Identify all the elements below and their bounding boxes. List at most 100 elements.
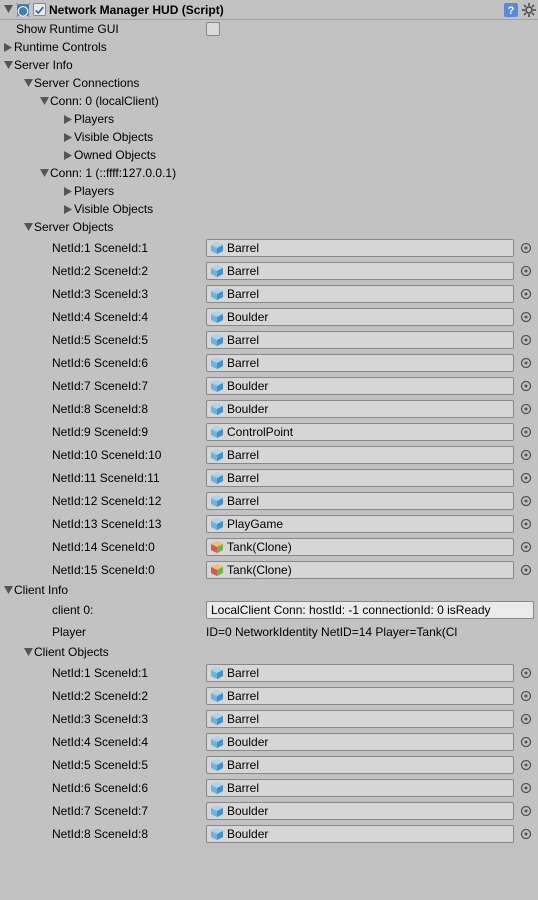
server-object-object-field[interactable]: Boulder bbox=[206, 308, 514, 326]
conn0-foldout[interactable] bbox=[38, 95, 50, 107]
server-object-object-field[interactable]: Barrel bbox=[206, 354, 514, 372]
cube-icon bbox=[211, 564, 223, 576]
client-object-object-field[interactable]: Boulder bbox=[206, 802, 514, 820]
object-picker-icon[interactable] bbox=[518, 447, 534, 463]
conn1-visible-foldout[interactable] bbox=[62, 203, 74, 215]
component-enabled-checkbox[interactable] bbox=[33, 3, 46, 16]
cube-icon bbox=[211, 403, 223, 415]
server-object-object-field[interactable]: Barrel bbox=[206, 331, 514, 349]
object-picker-icon[interactable] bbox=[518, 665, 534, 681]
client-object-row: NetId:5 SceneId:5 Barrel bbox=[0, 753, 538, 776]
client-object-object-name: Barrel bbox=[227, 666, 509, 680]
cube-icon bbox=[211, 288, 223, 300]
server-object-label: NetId:15 SceneId:0 bbox=[52, 563, 155, 577]
object-picker-icon[interactable] bbox=[518, 711, 534, 727]
client-object-object-field[interactable]: Barrel bbox=[206, 756, 514, 774]
client-object-object-field[interactable]: Boulder bbox=[206, 825, 514, 843]
server-object-object-field[interactable]: Boulder bbox=[206, 400, 514, 418]
server-object-object-field[interactable]: Barrel bbox=[206, 492, 514, 510]
cube-icon bbox=[211, 736, 223, 748]
client-object-label: NetId:3 SceneId:3 bbox=[52, 712, 148, 726]
component-foldout[interactable] bbox=[2, 4, 14, 16]
player-label: Player bbox=[0, 625, 206, 639]
server-object-label: NetId:9 SceneId:9 bbox=[52, 425, 148, 439]
server-object-object-field[interactable]: Barrel bbox=[206, 446, 514, 464]
client-object-object-field[interactable]: Barrel bbox=[206, 779, 514, 797]
object-picker-icon[interactable] bbox=[518, 240, 534, 256]
server-object-object-field[interactable]: Tank(Clone) bbox=[206, 561, 514, 579]
server-object-object-field[interactable]: PlayGame bbox=[206, 515, 514, 533]
client-object-object-field[interactable]: Barrel bbox=[206, 687, 514, 705]
object-picker-icon[interactable] bbox=[518, 688, 534, 704]
show-runtime-gui-checkbox[interactable] bbox=[206, 22, 220, 36]
object-picker-icon[interactable] bbox=[518, 757, 534, 773]
server-object-label: NetId:13 SceneId:13 bbox=[52, 517, 161, 531]
server-object-object-field[interactable]: Barrel bbox=[206, 285, 514, 303]
help-icon[interactable] bbox=[504, 3, 518, 17]
server-object-row: NetId:15 SceneId:0 Tank(Clone) bbox=[0, 558, 538, 581]
server-object-object-field[interactable]: Tank(Clone) bbox=[206, 538, 514, 556]
client-info-foldout[interactable] bbox=[2, 584, 14, 596]
cube-icon bbox=[211, 690, 223, 702]
component-title: Network Manager HUD (Script) bbox=[49, 3, 500, 17]
player-value: ID=0 NetworkIdentity NetID=14 Player=Tan… bbox=[206, 625, 534, 639]
object-picker-icon[interactable] bbox=[518, 734, 534, 750]
server-object-object-field[interactable]: Boulder bbox=[206, 377, 514, 395]
object-picker-icon[interactable] bbox=[518, 562, 534, 578]
object-picker-icon[interactable] bbox=[518, 539, 534, 555]
server-object-row: NetId:2 SceneId:2 Barrel bbox=[0, 259, 538, 282]
object-picker-icon[interactable] bbox=[518, 780, 534, 796]
server-object-object-field[interactable]: ControlPoint bbox=[206, 423, 514, 441]
conn0-owned-foldout[interactable] bbox=[62, 149, 74, 161]
object-picker-icon[interactable] bbox=[518, 470, 534, 486]
object-picker-icon[interactable] bbox=[518, 493, 534, 509]
server-object-object-name: Barrel bbox=[227, 494, 509, 508]
client-object-object-field[interactable]: Barrel bbox=[206, 664, 514, 682]
object-picker-icon[interactable] bbox=[518, 263, 534, 279]
server-object-row: NetId:12 SceneId:12 Barrel bbox=[0, 489, 538, 512]
cube-icon bbox=[211, 713, 223, 725]
runtime-controls-foldout[interactable] bbox=[2, 41, 14, 53]
object-picker-icon[interactable] bbox=[518, 378, 534, 394]
server-object-label: NetId:7 SceneId:7 bbox=[52, 379, 148, 393]
server-object-row: NetId:7 SceneId:7 Boulder bbox=[0, 374, 538, 397]
server-object-object-name: Barrel bbox=[227, 356, 509, 370]
server-object-object-field[interactable]: Barrel bbox=[206, 469, 514, 487]
server-objects-foldout[interactable] bbox=[22, 221, 34, 233]
server-connections-label: Server Connections bbox=[34, 76, 139, 90]
server-object-label: NetId:3 SceneId:3 bbox=[52, 287, 148, 301]
server-object-object-name: Barrel bbox=[227, 287, 509, 301]
conn1-visible-label: Visible Objects bbox=[74, 202, 153, 216]
cube-icon bbox=[211, 667, 223, 679]
client-object-object-field[interactable]: Boulder bbox=[206, 733, 514, 751]
object-picker-icon[interactable] bbox=[518, 424, 534, 440]
cube-icon bbox=[211, 311, 223, 323]
client-objects-foldout[interactable] bbox=[22, 646, 34, 658]
gear-icon[interactable] bbox=[522, 3, 536, 17]
client-object-row: NetId:4 SceneId:4 Boulder bbox=[0, 730, 538, 753]
conn1-players-foldout[interactable] bbox=[62, 185, 74, 197]
object-picker-icon[interactable] bbox=[518, 355, 534, 371]
server-object-object-field[interactable]: Barrel bbox=[206, 239, 514, 257]
server-connections-foldout[interactable] bbox=[22, 77, 34, 89]
client-object-row: NetId:7 SceneId:7 Boulder bbox=[0, 799, 538, 822]
client0-field[interactable]: LocalClient Conn: hostId: -1 connectionI… bbox=[206, 601, 534, 619]
cube-icon bbox=[211, 518, 223, 530]
client-object-row: NetId:3 SceneId:3 Barrel bbox=[0, 707, 538, 730]
conn0-players-foldout[interactable] bbox=[62, 113, 74, 125]
server-object-label: NetId:5 SceneId:5 bbox=[52, 333, 148, 347]
server-object-object-field[interactable]: Barrel bbox=[206, 262, 514, 280]
object-picker-icon[interactable] bbox=[518, 401, 534, 417]
object-picker-icon[interactable] bbox=[518, 803, 534, 819]
object-picker-icon[interactable] bbox=[518, 516, 534, 532]
client-object-object-name: Boulder bbox=[227, 827, 509, 841]
client-object-object-field[interactable]: Barrel bbox=[206, 710, 514, 728]
conn0-visible-foldout[interactable] bbox=[62, 131, 74, 143]
object-picker-icon[interactable] bbox=[518, 309, 534, 325]
server-object-label: NetId:14 SceneId:0 bbox=[52, 540, 155, 554]
object-picker-icon[interactable] bbox=[518, 826, 534, 842]
object-picker-icon[interactable] bbox=[518, 332, 534, 348]
conn1-foldout[interactable] bbox=[38, 167, 50, 179]
object-picker-icon[interactable] bbox=[518, 286, 534, 302]
server-info-foldout[interactable] bbox=[2, 59, 14, 71]
